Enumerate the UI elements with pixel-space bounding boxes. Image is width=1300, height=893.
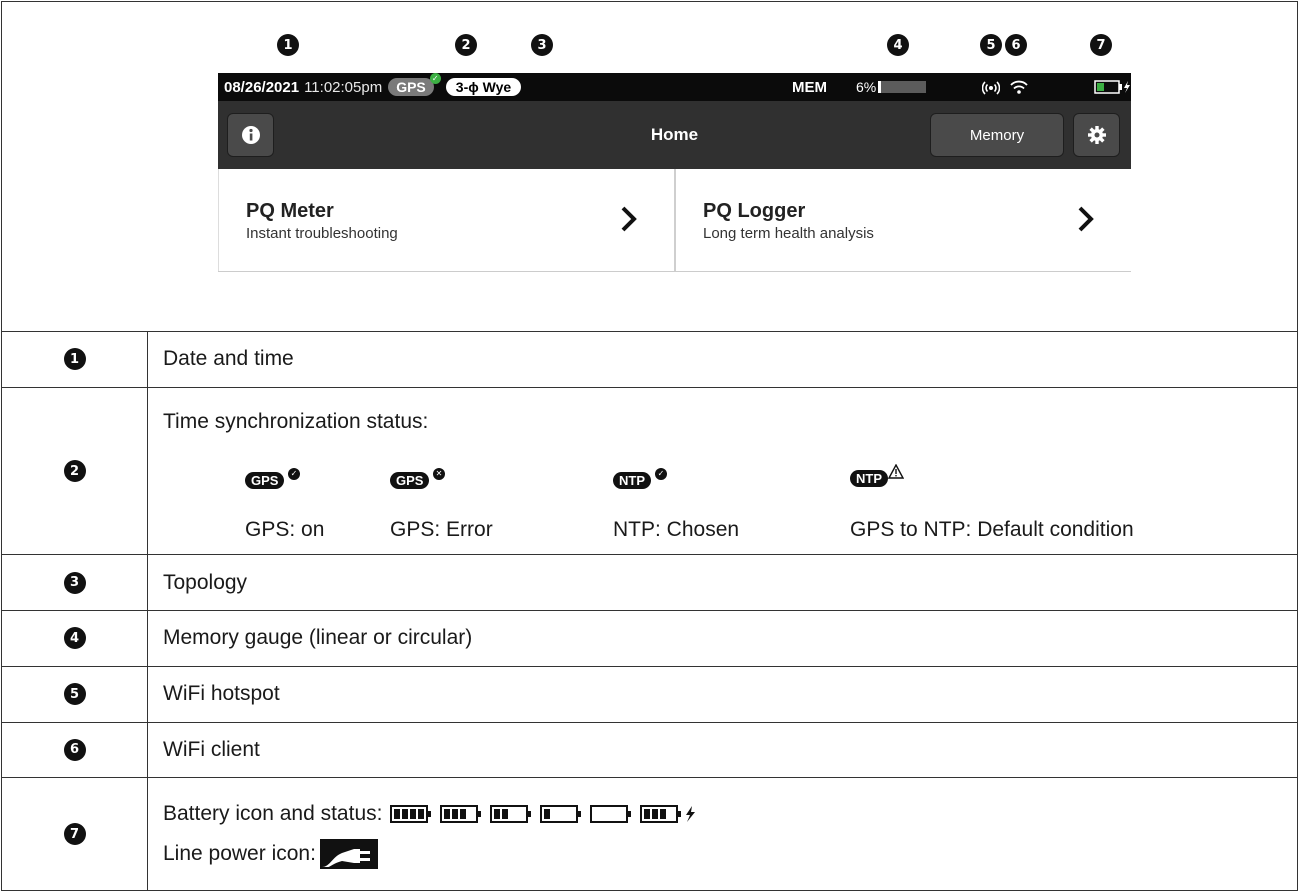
gps-status-pill: GPS ✓ — [388, 73, 441, 97]
chevron-right-icon — [621, 206, 637, 232]
row-description: WiFi hotspot — [147, 666, 1298, 723]
battery-icons — [390, 805, 704, 823]
ntp-chosen-pill: NTP — [613, 471, 651, 489]
error-x-icon: ✕ — [433, 467, 445, 480]
card-subtitle: Instant troubleshooting — [246, 225, 398, 243]
battery-level-2-icon — [490, 805, 532, 823]
battery-charging-icon — [1094, 80, 1130, 94]
callout-2: 2 — [455, 34, 477, 57]
sync-label: GPS: on — [245, 517, 325, 541]
callout-4: 4 — [887, 34, 909, 57]
gps-on-pill: GPS — [245, 471, 285, 489]
status-time: 11:02:05pm — [304, 78, 383, 96]
callout-3: 3 — [63, 571, 86, 594]
sync-label: NTP: Chosen — [613, 517, 740, 541]
check-icon: ✓ — [288, 467, 300, 480]
info-icon — [241, 126, 260, 145]
sync-title: Time synchronization status: — [163, 409, 429, 433]
pq-meter-card[interactable]: PQ Meter Instant troubleshooting — [218, 169, 674, 272]
warning-icon — [888, 463, 904, 479]
wifi-hotspot-icon — [982, 81, 1000, 95]
header-bar: Home Memory — [218, 101, 1131, 170]
card-subtitle: Long term health analysis — [703, 225, 874, 243]
card-title: PQ Logger — [703, 200, 806, 223]
ntp-default-pill: NTP — [850, 469, 888, 487]
topology-pill: 3-ϕ Wye — [445, 78, 522, 97]
battery-level-4-icon — [390, 805, 432, 823]
check-icon: ✓ — [655, 467, 667, 480]
memory-button[interactable]: Memory — [930, 113, 1064, 158]
sync-pill-label: NTP — [619, 472, 645, 488]
callout-5: 5 — [63, 683, 86, 706]
row-time-sync: Time synchronization status: GPS ✓ GPS: … — [147, 386, 1298, 556]
row-number: 1 — [1, 330, 148, 388]
callout-1: 1 — [277, 34, 299, 57]
row-number: 2 — [1, 386, 148, 556]
row-number: 3 — [1, 554, 148, 611]
screen-illustration-cell: 1 2 3 4 5 6 7 08/26/2021 11:02:05pm GPS ✓… — [1, 1, 1298, 332]
callout-2: 2 — [63, 460, 86, 483]
callout-7: 7 — [63, 823, 86, 845]
row-number: 4 — [1, 609, 148, 668]
chevron-right-icon — [1078, 206, 1094, 232]
battery-level-1-icon — [540, 805, 582, 823]
home-cards: PQ Meter Instant troubleshooting PQ Logg… — [218, 169, 1131, 273]
sync-pill-label: NTP — [856, 470, 882, 486]
card-title: PQ Meter — [246, 200, 334, 223]
callout-6: 6 — [1005, 34, 1027, 57]
line-power-label: Line power icon: — [163, 842, 316, 865]
gear-icon — [1087, 126, 1106, 145]
row-number: 7 — [1, 777, 148, 891]
device-screen: 08/26/2021 11:02:05pm GPS ✓ 3-ϕ Wye MEM 6… — [218, 73, 1131, 273]
memory-gauge-fill — [878, 81, 881, 94]
page-title: Home — [650, 125, 699, 145]
row-description: WiFi client — [147, 721, 1298, 779]
line-power-icon — [319, 839, 378, 869]
gps-error-pill: GPS — [390, 471, 430, 489]
mem-percent: 6% — [856, 79, 877, 96]
sync-label: GPS: Error — [390, 517, 493, 541]
check-icon: ✓ — [429, 73, 441, 85]
pq-logger-card[interactable]: PQ Logger Long term health analysis — [674, 169, 1131, 272]
settings-button[interactable] — [1073, 113, 1120, 158]
status-bar: 08/26/2021 11:02:05pm GPS ✓ 3-ϕ Wye MEM 6… — [218, 73, 1131, 102]
info-button[interactable] — [227, 113, 274, 158]
mem-label: MEM — [792, 78, 827, 96]
wifi-client-icon — [1010, 80, 1028, 95]
gps-pill-label: GPS — [396, 79, 426, 96]
reference-table: 1 2 3 4 5 6 7 08/26/2021 11:02:05pm GPS ✓… — [1, 1, 1298, 891]
callout-5: 5 — [980, 34, 1002, 57]
status-date: 08/26/2021 — [224, 78, 300, 96]
battery-level-3-icon — [440, 805, 482, 823]
callout-1: 1 — [63, 348, 86, 371]
row-number: 6 — [1, 721, 148, 779]
sync-pill-label: GPS — [251, 472, 279, 488]
memory-gauge — [878, 81, 926, 94]
callout-6: 6 — [63, 738, 86, 761]
battery-charging-icon — [640, 805, 696, 823]
callout-3: 3 — [531, 34, 553, 57]
sync-label: GPS to NTP: Default condition — [850, 517, 1134, 541]
battery-level-0-icon — [590, 805, 632, 823]
row-description: Memory gauge (linear or circular) — [147, 609, 1298, 668]
sync-pill-label: GPS — [396, 472, 424, 488]
row-description: Topology — [147, 554, 1298, 611]
callout-7: 7 — [1090, 34, 1112, 57]
row-description: Date and time — [147, 330, 1298, 388]
row-number: 5 — [1, 666, 148, 723]
battery-label: Battery icon and status: — [163, 802, 383, 825]
row-battery: Battery icon and status: Line power icon… — [147, 777, 1298, 891]
callout-4: 4 — [63, 627, 86, 650]
